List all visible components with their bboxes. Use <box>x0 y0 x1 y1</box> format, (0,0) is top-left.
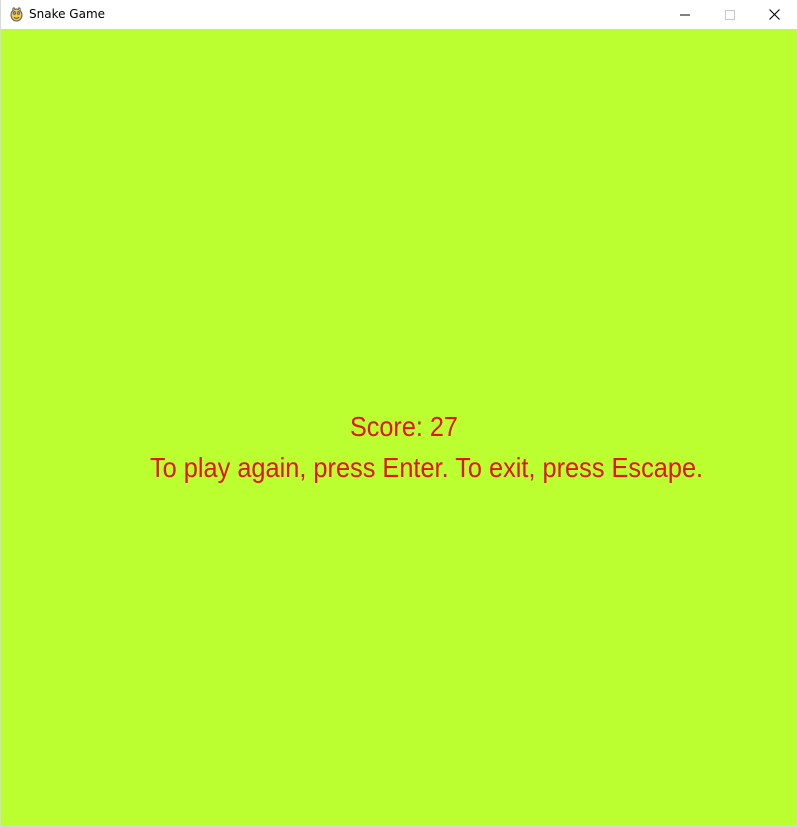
minimize-icon <box>679 14 690 15</box>
maximize-icon <box>724 9 735 20</box>
close-icon <box>769 9 780 20</box>
maximize-button[interactable] <box>707 0 752 29</box>
pygame-snake-icon <box>10 6 23 22</box>
title-bar[interactable]: Snake Game <box>1 0 797 29</box>
minimize-button[interactable] <box>662 0 707 29</box>
close-button[interactable] <box>752 0 797 29</box>
score-text: Score: 27 <box>350 411 458 442</box>
game-window: Snake Game Score: 27 To play again, pres… <box>0 0 798 827</box>
window-title: Snake Game <box>29 7 106 21</box>
game-over-instructions: To play again, press Enter. To exit, pre… <box>150 452 704 483</box>
game-canvas[interactable]: Score: 27 To play again, press Enter. To… <box>1 29 797 826</box>
